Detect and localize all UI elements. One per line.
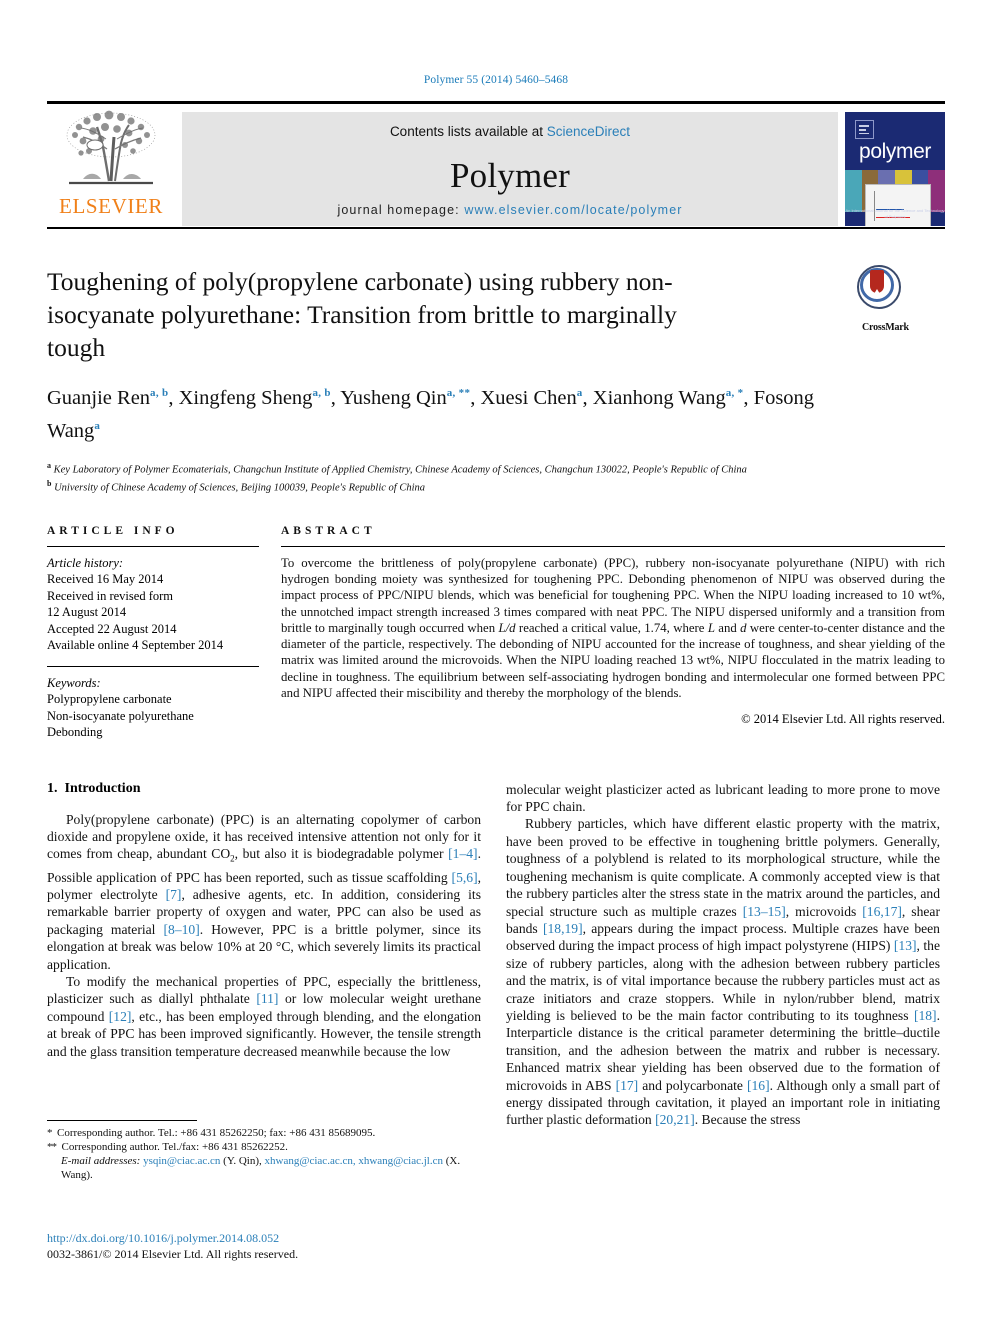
history-item: Available online 4 September 2014 [47, 638, 224, 653]
affiliation-item: a Key Laboratory of Polymer Ecomaterials… [47, 460, 747, 476]
email-link[interactable]: xhwang@ciac.ac.cn, xhwang@ciac.jl.cn [265, 1155, 443, 1167]
body-column-right: molecular weight plasticizer acted as lu… [506, 781, 940, 1129]
footnote-item: ** Corresponding author. Tel./fax: +86 4… [47, 1141, 288, 1153]
paragraph: Poly(propylene carbonate) (PPC) is an al… [47, 811, 481, 972]
citation-link[interactable]: [12] [109, 1009, 132, 1024]
author-item: Xuesi Chena, [480, 386, 593, 409]
crossmark-label: CrossMark [862, 322, 909, 333]
masthead-top-rule [47, 101, 945, 104]
email-link[interactable]: ysqin@ciac.ac.cn [143, 1155, 220, 1167]
contents-lists-line: Contents lists available at ScienceDirec… [390, 124, 630, 139]
elsevier-mark-icon [855, 120, 874, 139]
contents-prefix: Contents lists available at [389, 124, 547, 139]
keyword-item: Debonding [47, 725, 103, 740]
paragraph: To modify the mechanical properties of P… [47, 974, 481, 1059]
article-info-heading: ARTICLE INFO [47, 524, 179, 537]
email-footnote: E-mail addresses: ysqin@ciac.ac.cn (Y. Q… [61, 1155, 461, 1181]
citation-link[interactable]: [13] [894, 938, 917, 953]
citation-link[interactable]: [18,19] [543, 921, 583, 936]
abstract-copyright: © 2014 Elsevier Ltd. All rights reserved… [741, 712, 945, 727]
article-history-label: Article history: [47, 555, 124, 570]
author-name: Guanjie Ren [47, 386, 151, 409]
journal-cover-thumbnail: polymer An International Journal for the… [845, 112, 945, 226]
footnote-rule [47, 1120, 197, 1121]
author-name: Xingfeng Sheng [178, 386, 313, 409]
sciencedirect-link[interactable]: ScienceDirect [547, 124, 630, 139]
keywords-rule [47, 665, 259, 667]
author-affiliation-marks: a [94, 419, 101, 432]
history-item: Received in revised form [47, 588, 173, 603]
citation-link[interactable]: [17] [616, 1078, 639, 1093]
author-name: Xianhong Wang [592, 386, 726, 409]
cover-footer-text: An International Journal for the Science… [845, 208, 945, 219]
body-columns: 1. Introduction Poly(propylene carbonate… [47, 781, 945, 1129]
page-title: Toughening of poly(propylene carbonate) … [47, 267, 677, 362]
abstract-rule [281, 545, 945, 547]
history-item: 12 August 2014 [47, 605, 127, 620]
author-item: Yusheng Qina, **, [340, 386, 481, 409]
citation-link[interactable]: [11] [256, 991, 278, 1006]
elsevier-tree-icon [59, 109, 163, 193]
abstract-column: ABSTRACT To overcome the brittleness of … [281, 525, 945, 741]
article-info-column: ARTICLE INFO Article history: Received 1… [47, 525, 259, 741]
body-column-left: 1. Introduction Poly(propylene carbonate… [47, 781, 481, 1129]
author-name: Yusheng Qin [340, 386, 447, 409]
info-abstract-row: ARTICLE INFO Article history: Received 1… [47, 525, 945, 741]
paragraph: molecular weight plasticizer acted as lu… [506, 781, 940, 815]
journal-title: Polymer [449, 156, 570, 195]
citation-link[interactable]: [20,21] [655, 1112, 695, 1127]
history-item: Accepted 22 August 2014 [47, 621, 177, 636]
footnote-item: * Corresponding author. Tel.: +86 431 85… [47, 1127, 376, 1139]
paragraph: Rubbery particles, which have different … [506, 816, 941, 1128]
footnote-block: * Corresponding author. Tel.: +86 431 85… [47, 1120, 481, 1182]
citation-link[interactable]: [16] [747, 1078, 770, 1093]
author-item: Xianhong Wanga, *, [592, 386, 754, 409]
citation-link[interactable]: [1–4] [448, 846, 477, 861]
author-affiliation-marks: a, b [150, 387, 169, 399]
author-affiliation-marks: a, b [312, 387, 331, 399]
keyword-item: Non-isocyanate polyurethane [47, 708, 194, 723]
elsevier-wordmark: ELSEVIER [59, 194, 163, 218]
author-name: Xuesi Chen [480, 386, 577, 409]
masthead-bottom-rule [47, 227, 945, 229]
citation-link[interactable]: [7] [166, 887, 182, 902]
running-head: Polymer 55 (2014) 5460–5468 [423, 74, 569, 86]
history-item: Received 16 May 2014 [47, 572, 164, 587]
journal-homepage-line: journal homepage: www.elsevier.com/locat… [182, 203, 838, 217]
keywords-label: Keywords: [47, 675, 101, 690]
keyword-item: Polypropylene carbonate [47, 692, 172, 707]
elsevier-logo: ELSEVIER [47, 101, 175, 229]
citation-link[interactable]: [16,17] [862, 904, 902, 919]
author-affiliation-marks: a, * [725, 387, 744, 399]
citation-link[interactable]: [13–15] [743, 904, 786, 919]
author-item: Xingfeng Shenga, b, [178, 386, 341, 409]
abstract-heading: ABSTRACT [281, 524, 376, 537]
affiliation-item: b University of Chinese Academy of Scien… [47, 478, 426, 494]
doi-block: http://dx.doi.org/10.1016/j.polymer.2014… [47, 1230, 547, 1262]
crossmark-badge-group[interactable]: CrossMark [857, 265, 943, 333]
citation-link[interactable]: [18] [914, 1008, 937, 1023]
homepage-url-link[interactable]: www.elsevier.com/locate/polymer [464, 203, 682, 217]
article-info-rule [47, 545, 259, 547]
crossmark-icon [857, 265, 901, 309]
journal-masthead: ELSEVIER Contents lists available at Sci… [47, 101, 945, 229]
article-first-page: Polymer 55 (2014) 5460–5468 ELSEVIER Con… [0, 0, 992, 1323]
author-item: Guanjie Rena, b, [47, 386, 179, 409]
abstract-text: To overcome the brittleness of poly(prop… [281, 555, 945, 701]
doi-link[interactable]: http://dx.doi.org/10.1016/j.polymer.2014… [47, 1230, 547, 1246]
homepage-prefix: journal homepage: [337, 203, 465, 217]
title-area: CrossMark Toughening of poly(propylene c… [47, 265, 945, 495]
issn-copyright: 0032-3861/© 2014 Elsevier Ltd. All right… [47, 1247, 299, 1261]
section-heading-introduction: 1. Introduction [47, 780, 141, 796]
author-affiliation-marks: a, ** [446, 387, 471, 399]
cover-journal-name: polymer [859, 140, 931, 163]
citation-link[interactable]: [5,6] [452, 870, 478, 885]
citation-link[interactable]: [8–10] [164, 922, 200, 937]
affiliation-list: a Key Laboratory of Polymer Ecomaterials… [47, 459, 945, 495]
author-list: Guanjie Rena, b, Xingfeng Shenga, b, Yus… [47, 379, 837, 445]
journal-banner: Contents lists available at ScienceDirec… [182, 112, 838, 226]
